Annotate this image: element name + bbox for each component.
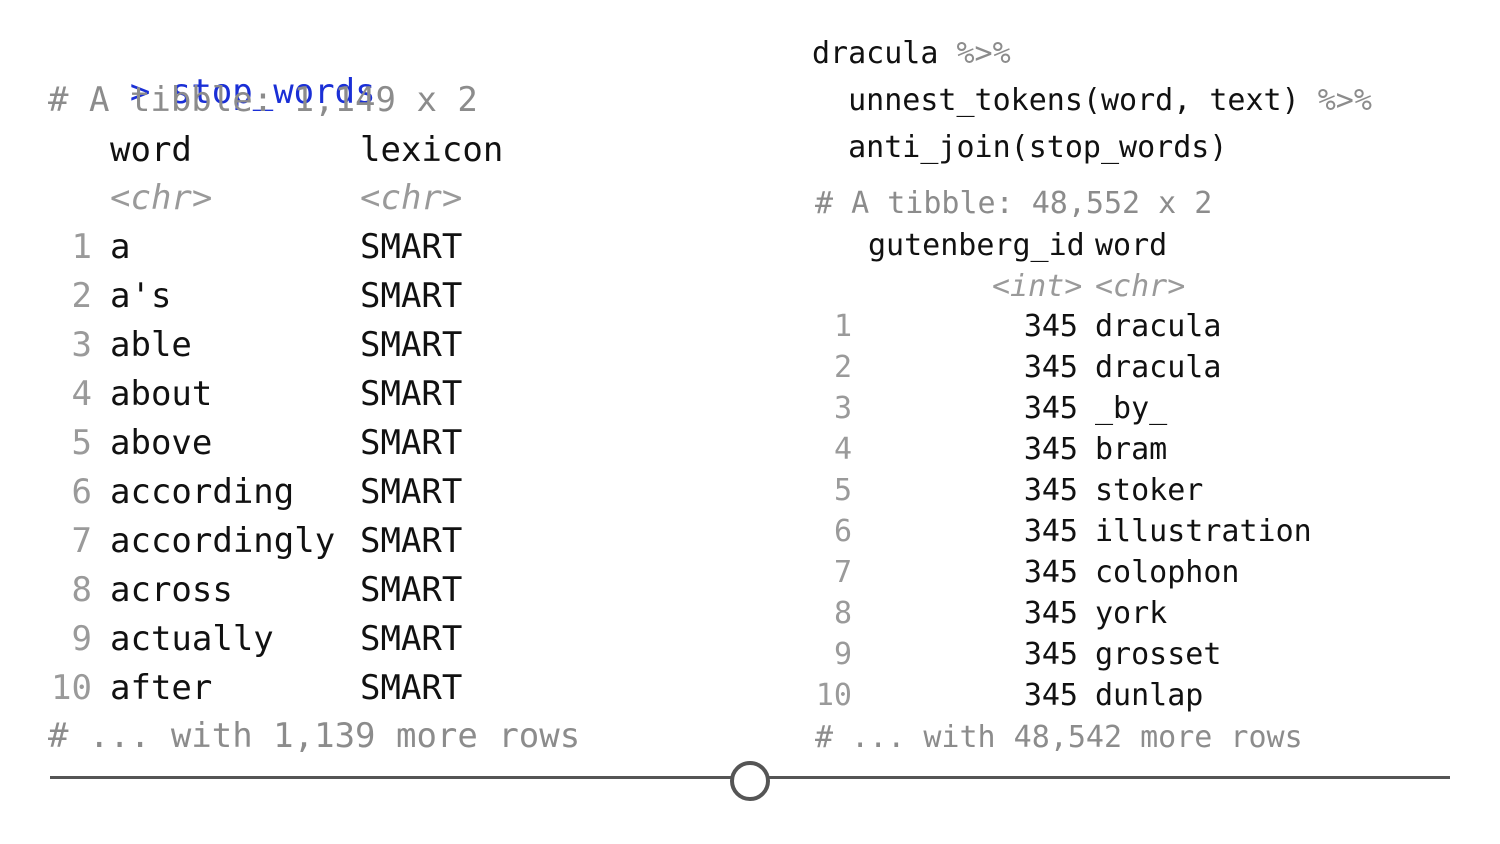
cell-word: colophon <box>1095 555 1240 590</box>
cell-lexicon: SMART <box>360 325 463 365</box>
row-number: 6 <box>833 514 852 549</box>
row-number: 3 <box>833 391 852 426</box>
row-number: 4 <box>833 432 852 467</box>
row-number: 8 <box>833 596 852 631</box>
row-number: 9 <box>833 637 852 672</box>
code-line-2: unnest_tokens(word, text) %>% <box>812 83 1372 118</box>
cell-word: across <box>110 570 233 610</box>
row-number: 6 <box>71 472 92 512</box>
code-text: anti_join(stop_words) <box>812 130 1228 165</box>
slider-track-right <box>768 776 1450 779</box>
row-number: 4 <box>71 374 92 414</box>
cell-word: dunlap <box>1095 678 1204 713</box>
cell-lexicon: SMART <box>360 521 463 561</box>
row-number: 2 <box>833 350 852 385</box>
cell-word: york <box>1095 596 1168 631</box>
column-type-word: <chr> <box>1095 269 1186 304</box>
column-type-word: <chr> <box>110 178 213 218</box>
row-number: 10 <box>815 678 852 713</box>
slider-track-left <box>50 776 732 779</box>
cell-word: _by_ <box>1095 391 1168 426</box>
column-header-gutenberg-id: gutenberg_id <box>868 228 1085 263</box>
cell-gutenberg-id: 345 <box>1023 432 1078 467</box>
cell-gutenberg-id: 345 <box>1023 555 1078 590</box>
tibble-header: # A tibble: 48,552 x 2 <box>815 186 1213 221</box>
cell-word: after <box>110 668 213 708</box>
row-number: 8 <box>71 570 92 610</box>
cell-lexicon: SMART <box>360 374 463 414</box>
cell-gutenberg-id: 345 <box>1023 391 1078 426</box>
pipe-operator: %>% <box>1317 83 1372 118</box>
cell-gutenberg-id: 345 <box>1023 473 1078 508</box>
cell-gutenberg-id: 345 <box>1023 678 1078 713</box>
cell-lexicon: SMART <box>360 472 463 512</box>
cell-word: according <box>110 472 295 512</box>
cell-gutenberg-id: 345 <box>1023 514 1078 549</box>
cell-word: above <box>110 423 213 463</box>
stop-words-console-panel: > stop_words # A tibble: 1,149 x 2 word … <box>0 0 760 844</box>
cell-word: illustration <box>1095 514 1312 549</box>
column-header-lexicon: lexicon <box>360 130 504 170</box>
row-number: 5 <box>71 423 92 463</box>
anti-join-console-panel: dracula %>% unnest_tokens(word, text) %>… <box>760 0 1500 844</box>
cell-word: grosset <box>1095 637 1222 672</box>
pipe-operator: %>% <box>956 36 1011 71</box>
cell-lexicon: SMART <box>360 276 463 316</box>
row-number: 9 <box>71 619 92 659</box>
cell-lexicon: SMART <box>360 227 463 267</box>
cell-word: dracula <box>1095 350 1222 385</box>
row-number: 10 <box>51 668 92 708</box>
cell-gutenberg-id: 345 <box>1023 637 1078 672</box>
cell-word: actually <box>110 619 274 659</box>
cell-lexicon: SMART <box>360 668 463 708</box>
cell-gutenberg-id: 345 <box>1023 596 1078 631</box>
cell-word: stoker <box>1095 473 1204 508</box>
cell-lexicon: SMART <box>360 423 463 463</box>
tibble-header: # A tibble: 1,149 x 2 <box>48 80 478 120</box>
row-number: 1 <box>833 309 852 344</box>
cell-word: a's <box>110 276 172 316</box>
cell-gutenberg-id: 345 <box>1023 309 1078 344</box>
cell-word: bram <box>1095 432 1168 467</box>
more-rows-footer: # ... with 48,542 more rows <box>815 720 1303 755</box>
cell-lexicon: SMART <box>360 619 463 659</box>
cell-word: dracula <box>1095 309 1222 344</box>
row-number: 1 <box>71 227 92 267</box>
cell-word: accordingly <box>110 521 336 561</box>
comparison-slider[interactable] <box>50 756 1450 801</box>
code-line-1: dracula %>% <box>812 36 1011 71</box>
more-rows-footer: # ... with 1,139 more rows <box>48 716 581 756</box>
code-text: dracula <box>812 36 957 71</box>
slider-handle[interactable] <box>730 761 770 801</box>
cell-word: able <box>110 325 192 365</box>
column-type-lexicon: <chr> <box>360 178 463 218</box>
row-number: 5 <box>833 473 852 508</box>
row-number: 3 <box>71 325 92 365</box>
cell-lexicon: SMART <box>360 570 463 610</box>
cell-word: about <box>110 374 213 414</box>
code-text: unnest_tokens(word, text) <box>812 83 1318 118</box>
row-number: 7 <box>71 521 92 561</box>
column-type-gutenberg-id: <int> <box>992 269 1083 304</box>
code-line-3: anti_join(stop_words) <box>812 130 1227 165</box>
column-header-word: word <box>1095 228 1168 263</box>
row-number: 7 <box>833 555 852 590</box>
column-header-word: word <box>110 130 192 170</box>
cell-gutenberg-id: 345 <box>1023 350 1078 385</box>
cell-word: a <box>110 227 131 267</box>
row-number: 2 <box>71 276 92 316</box>
